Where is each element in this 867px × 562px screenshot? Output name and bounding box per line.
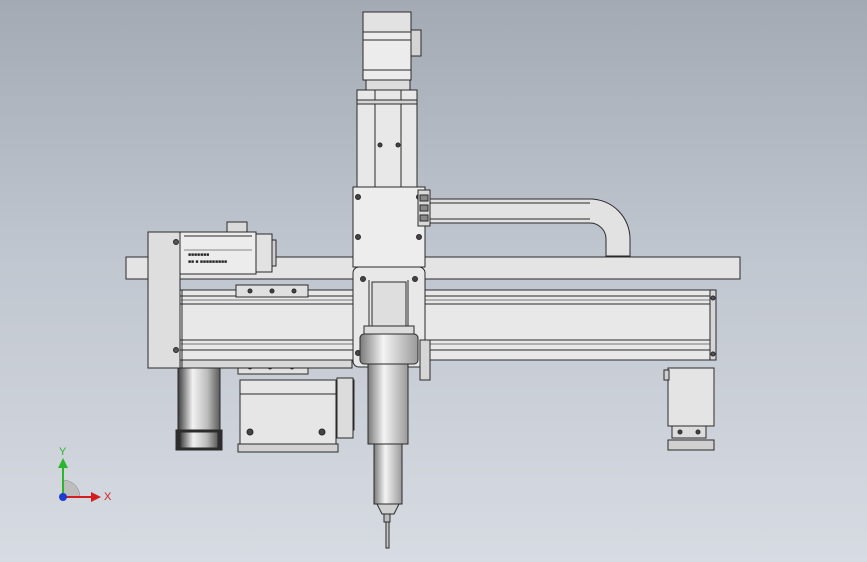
drive-roller [175, 367, 223, 451]
cad-model: ■■■■■■■ ■■ ■ ■■■■■■■■■ Y X [58, 11, 741, 549]
z-axis-column [356, 89, 418, 191]
spindle [359, 325, 419, 549]
motor-label-line1: ■■■■■■■ [188, 252, 209, 258]
motor-label-line2: ■■ ■ ■■■■■■■■■ [188, 259, 227, 265]
x-axis-rail [179, 289, 717, 361]
x-axis-motor: ■■■■■■■ ■■ ■ ■■■■■■■■■ [179, 221, 277, 275]
left-end-plate [147, 231, 181, 369]
cable-chain [424, 198, 631, 257]
rail-clamp-upper [235, 284, 309, 298]
right-support-leg [663, 367, 715, 451]
z-axis-motor [362, 11, 422, 91]
carriage-plate [352, 186, 431, 268]
x-axis-label: X [104, 491, 112, 503]
y-axis-label: Y [59, 446, 67, 458]
axis-triad: Y X [58, 446, 112, 503]
cad-viewport[interactable]: ■■■■■■■ ■■ ■ ■■■■■■■■■ Y X [0, 0, 867, 562]
bottom-rail-strip [181, 359, 353, 369]
